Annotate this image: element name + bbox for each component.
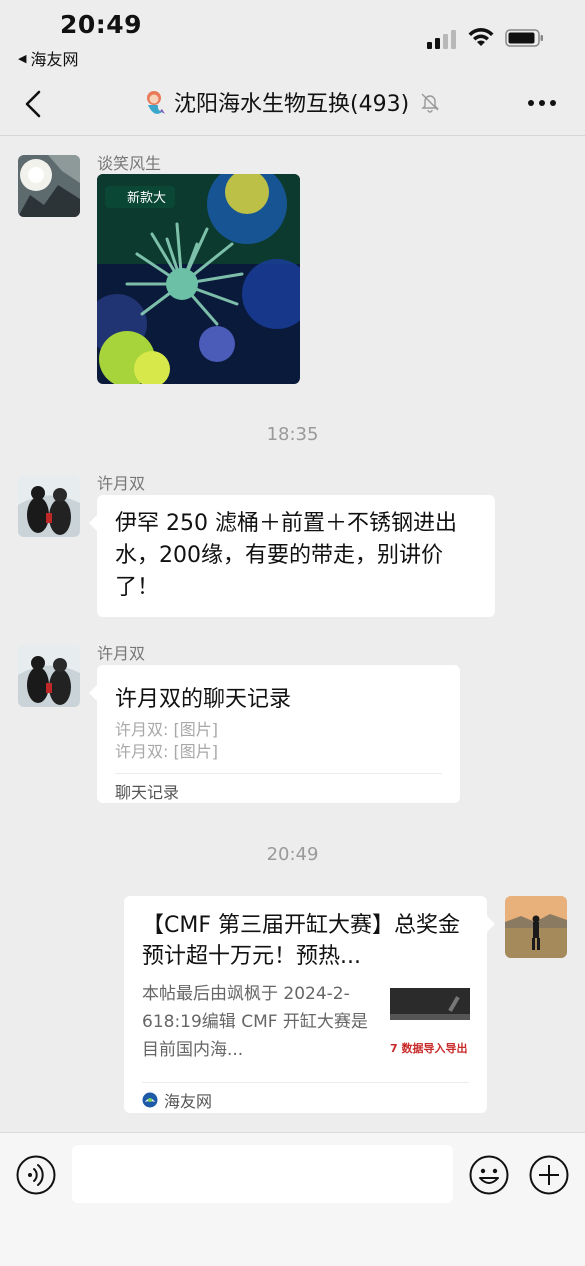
text-message-bubble[interactable]: 伊罕 250 滤桶＋前置＋不锈钢进出水，200缘，有要的带走，别讲价了！ xyxy=(89,495,495,617)
chat-title: 沈阳海水生物互换(493) xyxy=(174,92,410,117)
sender-name: 许月双 xyxy=(97,474,146,493)
timestamp: 18:35 xyxy=(266,424,319,445)
coral-photo: 新款大 xyxy=(97,174,300,384)
avatar-photo xyxy=(505,896,567,958)
emoji-icon[interactable] xyxy=(469,1155,509,1195)
back-triangle-icon: ◀ xyxy=(18,51,27,65)
chat-header: 沈阳海水生物互换(493) xyxy=(0,72,585,136)
avatar[interactable] xyxy=(18,645,80,707)
timestamp: 20:49 xyxy=(266,844,319,865)
battery-icon xyxy=(505,29,543,47)
sender-name: 许月双 xyxy=(97,644,146,663)
mermaid-icon xyxy=(147,91,165,114)
link-card[interactable]: 【CMF 第三届开缸大赛】总奖金预计超十万元！预热... 本帖最后由飒枫于 20… xyxy=(124,896,495,1113)
site-logo-icon xyxy=(142,1092,158,1108)
link-description: 本帖最后由飒枫于 2024-2-618:19编辑 CMF 开缸大赛是目前国内海.… xyxy=(142,984,368,1060)
message-text: 伊罕 250 滤桶＋前置＋不锈钢进出水，200缘，有要的带走，别讲价了！ xyxy=(115,511,457,600)
plus-icon[interactable] xyxy=(529,1155,569,1195)
image-label: 新款大 xyxy=(127,190,166,206)
link-source-name: 海友网 xyxy=(164,1092,213,1111)
status-time: 20:49 xyxy=(60,10,143,39)
chat-record-line: 许月双: [图片] xyxy=(115,742,218,761)
message-input[interactable] xyxy=(72,1145,453,1203)
back-to-app-link[interactable]: ◀ 海友网 xyxy=(18,46,78,70)
more-dots-icon[interactable] xyxy=(528,100,556,106)
wifi-icon xyxy=(468,28,494,46)
avatar-photo xyxy=(18,645,80,707)
link-source: 海友网 xyxy=(142,1088,212,1112)
back-app-label: 海友网 xyxy=(30,50,79,69)
my-avatar[interactable] xyxy=(505,896,567,958)
avatar-photo xyxy=(18,475,80,537)
bell-off-icon xyxy=(421,93,439,113)
signal-icon xyxy=(427,30,456,49)
link-title: 【CMF 第三届开缸大赛】总奖金预计超十万元！预热... xyxy=(142,913,460,969)
thumb-text: 7 数据导入导出 xyxy=(390,1041,467,1055)
chat-title-group[interactable]: 沈阳海水生物互换(493) xyxy=(140,86,441,118)
chat-record-line: 许月双: [图片] xyxy=(115,720,218,739)
chat-record-card[interactable]: 许月双的聊天记录 许月双: [图片] 许月双: [图片] 聊天记录 xyxy=(89,665,460,803)
chevron-left-icon[interactable] xyxy=(20,88,50,120)
avatar[interactable] xyxy=(18,155,80,217)
message-input-bar xyxy=(0,1132,585,1266)
chat-record-title: 许月双的聊天记录 xyxy=(115,687,292,712)
divider xyxy=(115,773,442,774)
divider xyxy=(142,1082,469,1083)
avatar-photo xyxy=(18,155,80,217)
link-thumbnail: 7 数据导入导出 xyxy=(390,986,470,1064)
status-bar: 20:49 ◀ 海友网 xyxy=(0,0,585,72)
chat-record-footer: 聊天记录 xyxy=(115,783,180,802)
voice-icon[interactable] xyxy=(16,1155,56,1195)
sender-name: 谈笑风生 xyxy=(97,154,162,173)
image-message[interactable]: 新款大 xyxy=(97,174,300,384)
avatar[interactable] xyxy=(18,475,80,537)
